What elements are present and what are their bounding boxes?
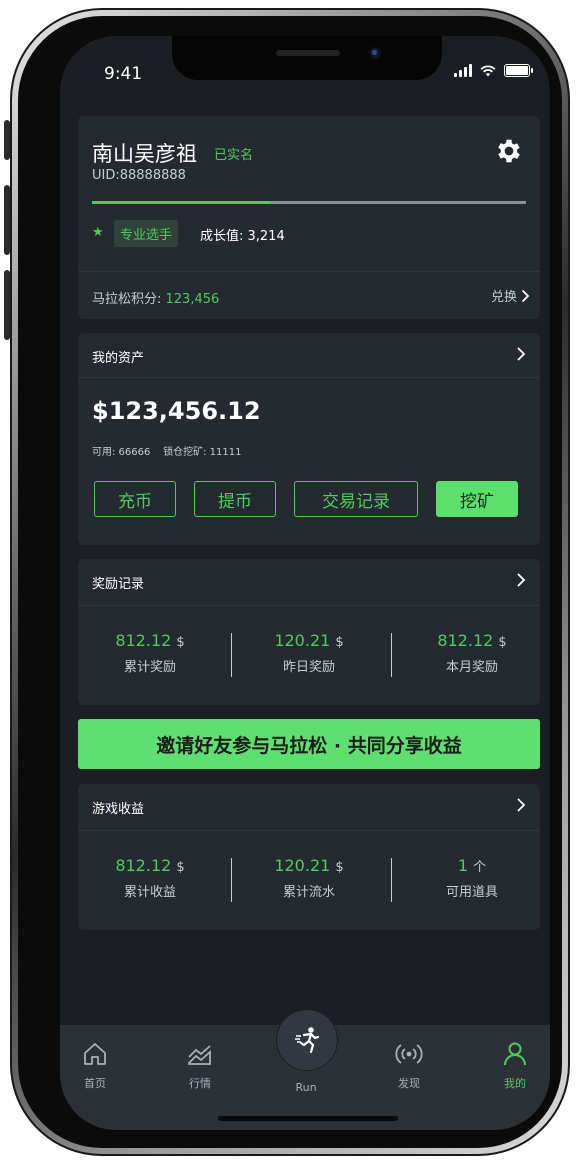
volume-down-button: [4, 270, 10, 340]
marathon-points: 马拉松积分: 123,456: [92, 288, 219, 307]
user-name: 南山吴彦祖: [92, 142, 197, 166]
stat-value: 120.21: [274, 631, 331, 650]
tab-label: 首页: [84, 1077, 106, 1090]
level-badge: 专业选手: [114, 220, 179, 247]
broadcast-icon: [395, 1044, 423, 1064]
withdraw-button[interactable]: 提币: [194, 481, 276, 517]
deposit-button[interactable]: 充币: [94, 481, 176, 517]
tab-market[interactable]: 行情: [165, 1041, 235, 1091]
stat-value: 812.12: [115, 856, 172, 875]
front-camera: [368, 46, 382, 60]
growth-progress-bar: [92, 201, 526, 204]
stat-label: 昨日奖励: [282, 660, 335, 675]
tab-label: 我的: [504, 1077, 526, 1090]
divider: [78, 377, 540, 378]
stat-value: 120.21: [274, 856, 331, 875]
signal-icon: [454, 64, 472, 77]
status-time: 9:41: [104, 64, 143, 84]
stat-unit: $: [176, 635, 185, 650]
tab-home[interactable]: 首页: [60, 1041, 130, 1091]
runner-icon: [295, 1027, 320, 1054]
game-stat-turnover: 120.21 $ 累计流水: [249, 856, 369, 900]
user-id: UID:88888888: [92, 168, 186, 183]
game-title: 游戏收益: [92, 802, 145, 817]
redeem-link[interactable]: 兑换: [491, 286, 530, 305]
notch: [172, 36, 442, 80]
verified-badge: 已实名: [214, 148, 254, 163]
stat-label: 可用道具: [445, 885, 498, 900]
speaker: [276, 50, 340, 56]
settings-gear-icon[interactable]: [494, 136, 524, 170]
redeem-label: 兑换: [490, 290, 517, 305]
divider: [78, 830, 540, 831]
reward-stat-total: 812.12 $ 累计奖励: [90, 631, 210, 675]
battery-icon: [504, 64, 533, 77]
reward-stat-yesterday: 120.21 $ 昨日奖励: [249, 631, 369, 675]
reward-stat-month: 812.12 $ 本月奖励: [412, 631, 532, 675]
mute-switch: [4, 120, 10, 160]
points-label: 马拉松积分:: [92, 292, 166, 307]
tab-label: 行情: [189, 1077, 211, 1090]
chart-icon: [188, 1045, 211, 1065]
volume-up-button: [4, 185, 10, 255]
rewards-chevron-right-icon[interactable]: [516, 572, 526, 588]
screen: 9:41 南山吴彦祖 已实名 UID:88888888 ★ 专业选手 成长值: …: [60, 36, 550, 1130]
tab-bar: 首页 行情 Run 发现 我的: [60, 1009, 550, 1130]
available-balance: 可用: 66666 锁仓挖矿: 11111: [92, 447, 242, 458]
divider: [78, 605, 540, 606]
stat-label: 累计奖励: [123, 660, 176, 675]
chevron-right-icon: [521, 289, 530, 302]
game-chevron-right-icon[interactable]: [516, 797, 526, 813]
stat-label: 本月奖励: [445, 660, 498, 675]
stat-value: 1: [457, 856, 469, 875]
stat-unit: $: [335, 635, 344, 650]
mining-button[interactable]: 挖矿: [436, 481, 518, 517]
stat-unit: $: [498, 635, 507, 650]
transaction-history-button[interactable]: 交易记录: [294, 481, 418, 517]
assets-title: 我的资产: [92, 351, 145, 366]
run-button[interactable]: [276, 1009, 338, 1071]
divider: [78, 271, 540, 272]
stat-unit: 个: [473, 860, 487, 875]
stat-unit: $: [335, 860, 344, 875]
assets-card: 我的资产 $123,456.12 可用: 66666 锁仓挖矿: 11111 充…: [78, 333, 540, 545]
stat-unit: $: [176, 860, 185, 875]
rewards-title: 奖励记录: [92, 577, 145, 592]
tab-label-run: Run: [295, 1081, 317, 1094]
home-indicator: [218, 1116, 398, 1121]
status-icons: [454, 64, 533, 77]
game-earnings-card: 游戏收益 812.12 $ 累计收益 120.21 $ 累计流水 1 个 可用道…: [78, 784, 540, 930]
user-icon: [504, 1042, 526, 1066]
game-stat-items: 1 个 可用道具: [412, 856, 532, 900]
profile-card: 南山吴彦祖 已实名 UID:88888888 ★ 专业选手 成长值: 3,214…: [78, 116, 540, 319]
total-balance: $123,456.12: [92, 397, 261, 425]
wifi-icon: [480, 64, 496, 76]
separator: [231, 633, 232, 677]
game-stat-earnings: 812.12 $ 累计收益: [90, 856, 210, 900]
home-icon: [84, 1043, 106, 1065]
points-value: 123,456: [165, 292, 220, 307]
stat-label: 累计收益: [123, 885, 176, 900]
rewards-card: 奖励记录 812.12 $ 累计奖励 120.21 $ 昨日奖励 812.12 …: [78, 559, 540, 705]
growth-progress-fill: [92, 201, 270, 204]
separator: [391, 633, 392, 677]
tab-label: 发现: [398, 1077, 420, 1090]
tab-discover[interactable]: 发现: [374, 1041, 444, 1091]
stat-value: 812.12: [115, 631, 172, 650]
assets-chevron-right-icon[interactable]: [516, 346, 526, 362]
invite-banner[interactable]: 邀请好友参与马拉松 · 共同分享收益: [78, 719, 540, 769]
stat-value: 812.12: [437, 631, 494, 650]
tab-mine[interactable]: 我的: [480, 1041, 550, 1091]
separator: [391, 858, 392, 902]
separator: [231, 858, 232, 902]
growth-value: 成长值: 3,214: [200, 229, 285, 244]
star-icon: ★: [92, 225, 104, 240]
stat-label: 累计流水: [282, 885, 335, 900]
